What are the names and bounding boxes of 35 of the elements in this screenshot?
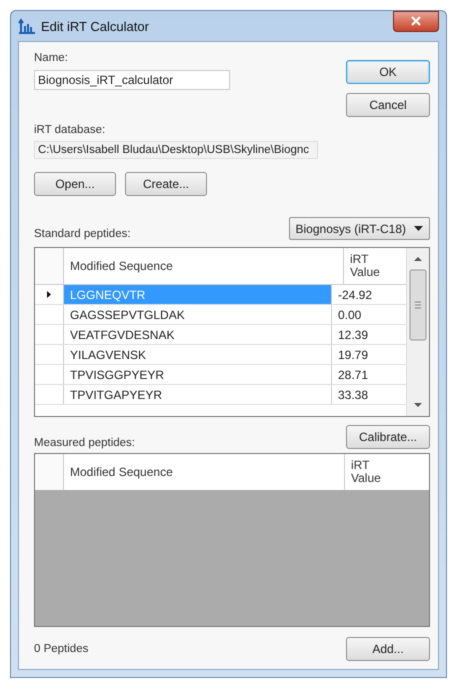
open-button[interactable]: Open... — [34, 172, 116, 196]
value-cell[interactable]: -24.92 — [332, 285, 406, 304]
column-header[interactable]: iRT Value — [345, 454, 429, 490]
value-cell[interactable]: 12.39 — [332, 325, 406, 344]
field-label: iRT database: — [34, 124, 106, 136]
value-cell[interactable]: 33.38 — [332, 385, 406, 404]
field-label: Name: — [34, 52, 69, 64]
close-button[interactable] — [393, 10, 439, 32]
sequence-cell[interactable]: GAGSSEPVTGLDAK — [64, 305, 332, 324]
peptide-count: 0 Peptides — [34, 643, 88, 655]
caret-icon — [414, 226, 423, 231]
close-icon — [411, 16, 421, 26]
window-title: Edit iRT Calculator — [41, 18, 149, 34]
value-cell[interactable]: 28.71 — [332, 365, 406, 384]
sequence-cell[interactable]: VEATFGVDESNAK — [64, 325, 332, 344]
column-header[interactable]: Modified Sequence — [64, 248, 344, 284]
column-header[interactable]: Modified Sequence — [64, 454, 345, 490]
scroll-bar[interactable] — [406, 248, 429, 416]
standard-dropdown[interactable]: Biognosys (iRT-C18) — [288, 217, 430, 240]
sequence-cell[interactable]: TPVITGAPYEYR — [64, 385, 332, 404]
path-field[interactable]: C:\Users\Isabell Bludau\Desktop\USB\Skyline\Biognc — [34, 141, 318, 159]
ok-button[interactable]: OK — [346, 60, 430, 84]
cancel-button[interactable]: Cancel — [346, 93, 430, 117]
value-cell[interactable]: 0.00 — [332, 305, 406, 324]
sequence-cell[interactable]: TPVISGGPYEYR — [64, 365, 332, 384]
calibrate-button[interactable]: Calibrate... — [346, 425, 430, 449]
section-label: Measured peptides: — [34, 437, 136, 449]
name-field[interactable]: Biognosis_iRT_calculator — [34, 70, 230, 90]
column-header[interactable]: iRT Value — [344, 248, 406, 284]
chart-icon — [18, 18, 36, 34]
sequence-cell[interactable]: YILAGVENSK — [64, 345, 332, 364]
add-button[interactable]: Add... — [346, 637, 430, 661]
value-cell[interactable]: 19.79 — [332, 345, 406, 364]
create-button[interactable]: Create... — [125, 172, 207, 196]
section-label: Standard peptides: — [34, 228, 131, 240]
